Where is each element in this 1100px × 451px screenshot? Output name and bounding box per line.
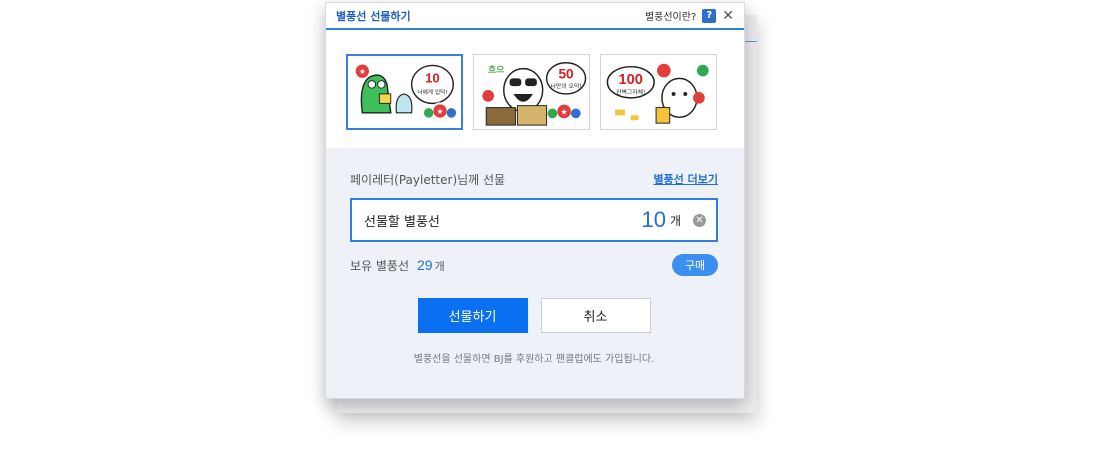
- svg-text:★: ★: [359, 67, 366, 76]
- sticker-count: 10: [425, 71, 440, 86]
- notice-text: 별풍선을 선물하면 BJ를 후원하고 팬클럽에도 가입됩니다.: [413, 354, 655, 365]
- sticker-count: 100: [619, 72, 643, 88]
- svg-text:★: ★: [561, 107, 568, 116]
- owned-value: 29: [417, 256, 433, 273]
- owned-row: 보유 별풍선 29 개 구매: [350, 254, 718, 276]
- dialog-title: 별풍선 선물하기: [336, 9, 411, 23]
- sticker-count: 50: [558, 66, 574, 81]
- owned-unit: 개: [434, 259, 445, 273]
- clear-icon[interactable]: ✕: [693, 213, 706, 227]
- glasses-character-sticker-icon: 흐으 50 너만의 오덕! ★: [482, 62, 587, 126]
- white-character-sticker-icon: 100 완벽그자체!: [606, 63, 709, 124]
- svg-text:흐으: 흐으: [488, 65, 504, 76]
- sticker-caption: 완벽그자체!: [616, 88, 645, 96]
- balloon-count-input[interactable]: 선물할 별풍선 10 개 ✕: [350, 198, 718, 242]
- more-balloons-link[interactable]: 별풍선 더보기: [653, 171, 718, 187]
- input-value-group: 10 개 ✕: [641, 207, 706, 233]
- titlebar-actions: 별풍선이란? ? ✕: [645, 8, 734, 23]
- input-value[interactable]: 10: [641, 207, 665, 233]
- dialog-body: 페이레터(Payletter)님께 선물 별풍선 더보기 선물할 별풍선 10 …: [326, 148, 744, 365]
- sticker-caption: 너에게 입덕!: [417, 88, 447, 96]
- sticker-options: ★ 10 너에게 입덕! ★ 흐으 50 너만의 오덕! ★ 100 완벽그자체…: [326, 30, 744, 148]
- svg-text:★: ★: [437, 107, 444, 116]
- dialog-titlebar: 별풍선 선물하기 별풍선이란? ? ✕: [326, 3, 744, 30]
- sticker-option-100[interactable]: 100 완벽그자체!: [600, 54, 717, 130]
- sticker-caption: 너만의 오덕!: [551, 82, 582, 90]
- input-label: 선물할 별풍선: [364, 214, 440, 230]
- green-character-sticker-icon: ★ 10 너에게 입덕! ★: [355, 64, 457, 120]
- action-buttons: 선물하기 취소: [350, 298, 718, 333]
- close-icon[interactable]: ✕: [722, 9, 734, 23]
- help-link[interactable]: 별풍선이란?: [645, 8, 696, 23]
- owned-info: 보유 별풍선 29 개: [350, 257, 445, 274]
- gift-dialog: 별풍선 선물하기 별풍선이란? ? ✕ ★ 10 너에게 입덕! ★ 흐으 50…: [325, 2, 745, 399]
- gift-button[interactable]: 선물하기: [417, 298, 528, 333]
- sticker-option-50[interactable]: 흐으 50 너만의 오덕! ★: [473, 54, 590, 130]
- help-icon[interactable]: ?: [702, 8, 717, 23]
- recipient-label: 페이레터(Payletter)님께 선물: [350, 172, 506, 187]
- buy-button[interactable]: 구매: [672, 254, 718, 276]
- owned-label: 보유 별풍선: [350, 258, 410, 273]
- recipient-row: 페이레터(Payletter)님께 선물 별풍선 더보기: [350, 170, 718, 188]
- input-unit: 개: [669, 213, 681, 228]
- cancel-button[interactable]: 취소: [540, 298, 651, 333]
- background-divider: [745, 41, 757, 42]
- sticker-option-10[interactable]: ★ 10 너에게 입덕! ★: [346, 54, 463, 130]
